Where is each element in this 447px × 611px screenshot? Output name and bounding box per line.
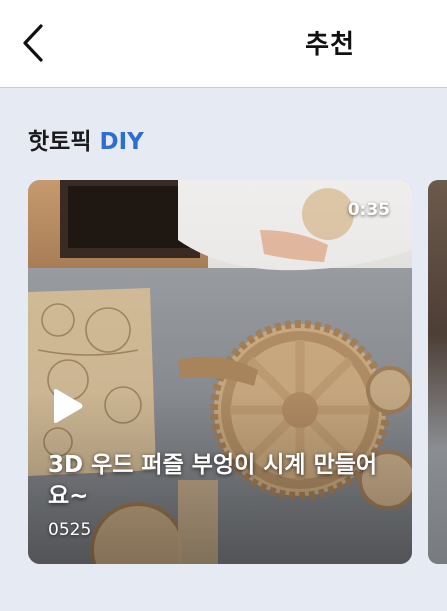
- section-label: 핫토픽: [28, 129, 92, 155]
- video-duration: 0:35: [347, 200, 390, 220]
- next-video-card[interactable]: [428, 180, 447, 564]
- page-title: 추천: [305, 30, 355, 60]
- video-card[interactable]: 0:35 3D 우드 퍼즐 부엉이 시계 만들어요~ 0525: [28, 180, 412, 564]
- section-highlight: DIY: [99, 129, 144, 155]
- video-meta: 0525: [48, 520, 92, 540]
- video-title[interactable]: 3D 우드 퍼즐 부엉이 시계 만들어요~: [48, 450, 388, 512]
- play-icon[interactable]: [48, 388, 84, 424]
- top-app-bar: 추천: [0, 0, 447, 88]
- section-heading: 핫토픽 DIY: [28, 122, 144, 156]
